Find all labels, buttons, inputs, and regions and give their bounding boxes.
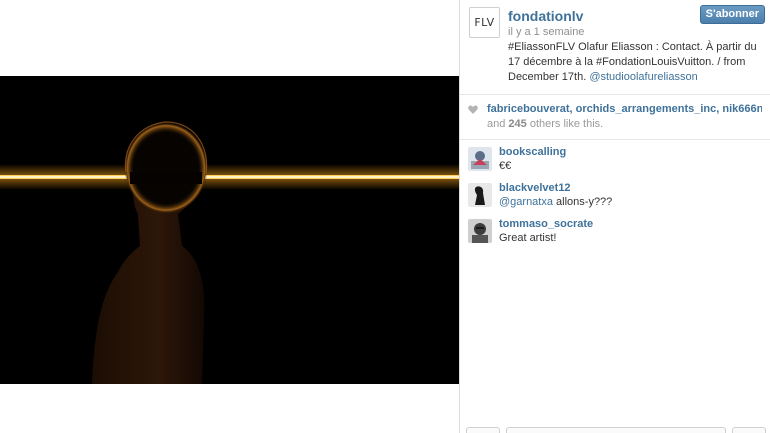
post-caption: #EliassonFLV Olafur Eliasson : Contact. … — [508, 40, 760, 85]
like-button[interactable] — [466, 427, 500, 433]
comments-list: bookscalling €€ blackvelvet12 @garnatxa … — [460, 140, 770, 254]
comment-item: tommaso_socrate Great artist! — [468, 218, 762, 254]
commenter-username[interactable]: blackvelvet12 — [499, 182, 762, 195]
author-username[interactable]: fondationlv — [508, 8, 583, 24]
author-avatar[interactable]: FLV — [469, 7, 500, 38]
commenter-avatar[interactable] — [468, 219, 492, 243]
comment-text: €€ — [499, 160, 512, 172]
post-timestamp: il y a 1 semaine — [508, 26, 585, 38]
comment-mention-link[interactable]: @garnatxa — [499, 196, 553, 208]
comment-item: blackvelvet12 @garnatxa allons-y??? — [468, 182, 762, 218]
heart-icon[interactable] — [468, 105, 478, 114]
comment-input[interactable] — [506, 427, 726, 433]
more-options-button[interactable] — [732, 427, 766, 433]
comment-text: Great artist! — [499, 232, 557, 244]
commenter-username[interactable]: tommaso_socrate — [499, 218, 762, 231]
commenter-username[interactable]: bookscalling — [499, 146, 762, 159]
media-pane — [0, 0, 459, 433]
post-header: FLV fondationlv il y a 1 semaine S'abonn… — [460, 0, 770, 95]
post-sidebar: FLV fondationlv il y a 1 semaine S'abonn… — [459, 0, 770, 433]
comment-input-bar — [460, 425, 770, 433]
commenter-avatar[interactable] — [468, 183, 492, 207]
commenter-avatar[interactable] — [468, 147, 492, 171]
liker-link[interactable]: nik666nik — [722, 103, 762, 115]
caption-mention-link[interactable]: @studioolafureliasson — [589, 71, 697, 83]
post-photo[interactable] — [0, 76, 459, 384]
avatar-logo-text: FLV — [474, 16, 495, 29]
likes-count[interactable]: 245 — [508, 118, 526, 130]
liker-link[interactable]: orchids_arrangements_inc — [576, 103, 717, 115]
follow-button[interactable]: S'abonner — [699, 5, 765, 24]
likes-and-label: and — [487, 118, 506, 130]
comment-text-body: allons-y??? — [552, 196, 613, 208]
photo-artwork — [0, 76, 459, 384]
comment-text: @garnatxa allons-y??? — [499, 195, 762, 210]
liker-link[interactable]: fabricebouverat — [487, 103, 570, 115]
likes-section: fabricebouverat, orchids_arrangements_in… — [460, 95, 770, 140]
comment-item: bookscalling €€ — [468, 146, 762, 182]
likes-others-label: others like this. — [529, 118, 604, 130]
likers-list: fabricebouverat, orchids_arrangements_in… — [487, 103, 762, 115]
likes-count-line: and 245 others like this. — [487, 118, 762, 130]
